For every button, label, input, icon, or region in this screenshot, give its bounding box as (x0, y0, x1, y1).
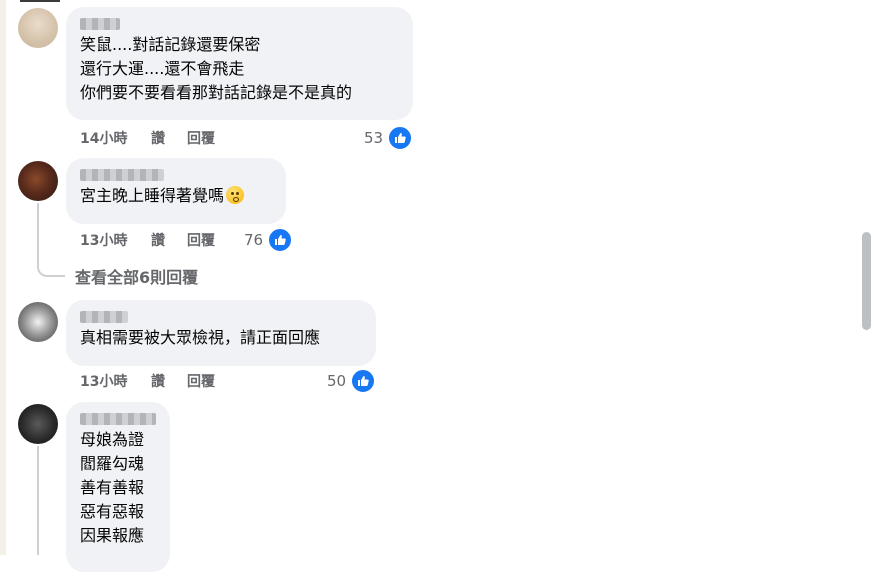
like-button[interactable]: 讚 (151, 231, 165, 251)
thumbs-up-icon (350, 368, 377, 394)
avatar[interactable] (18, 302, 58, 342)
thread-connector (37, 255, 65, 277)
reaction-count: 76 (244, 231, 264, 249)
thread-line (37, 446, 39, 555)
thread-line (37, 203, 39, 261)
reaction-summary[interactable]: 53 (364, 125, 414, 151)
avatar[interactable] (18, 161, 58, 201)
view-all-replies-link[interactable]: 查看全部6則回覆 (75, 264, 198, 288)
commenter-name[interactable] (80, 308, 364, 326)
thumbs-up-icon (267, 227, 294, 253)
reaction-summary[interactable]: 76 (244, 227, 294, 253)
comment-time[interactable]: 14小時 (80, 129, 127, 149)
comment-bubble: 母娘為證 閻羅勾魂 善有善報 惡有惡報 因果報應 (66, 402, 170, 572)
top-divider (20, 0, 60, 2)
comment-bubble: 笑鼠....對話記錄還要保密 還行大運....還不會飛走 你們要不要看看那對話記… (66, 7, 413, 120)
comment-actions: 13小時 讚 回覆 (80, 372, 320, 392)
reaction-summary[interactable]: 50 (327, 368, 377, 394)
comment-text: 宮主晚上睡得著覺嗎 (80, 186, 225, 205)
reply-button[interactable]: 回覆 (187, 231, 215, 251)
avatar[interactable] (18, 404, 58, 444)
comment-text: 母娘為證 閻羅勾魂 善有善報 惡有惡報 因果報應 (80, 430, 145, 545)
comment-actions: 14小時 讚 回覆 (80, 129, 400, 149)
comment-bubble: 宮主晚上睡得著覺嗎 (66, 158, 286, 224)
reaction-count: 50 (327, 372, 347, 390)
reply-button[interactable]: 回覆 (187, 372, 215, 392)
like-button[interactable]: 讚 (151, 129, 165, 149)
comment-bubble: 真相需要被大眾檢視，請正面回應 (66, 300, 376, 366)
left-edge (0, 0, 6, 555)
commenter-name[interactable] (80, 15, 401, 33)
commenter-name[interactable] (80, 410, 158, 428)
avatar[interactable] (18, 8, 58, 48)
comment-text: 笑鼠....對話記錄還要保密 還行大運....還不會飛走 你們要不要看看那對話記… (80, 35, 353, 102)
worried-face-icon (226, 186, 245, 204)
comment-time[interactable]: 13小時 (80, 231, 127, 251)
comment-text-line: 宮主晚上睡得著覺嗎 (80, 184, 274, 208)
reply-button[interactable]: 回覆 (187, 129, 215, 149)
scrollbar[interactable] (862, 232, 871, 330)
commenter-name[interactable] (80, 166, 274, 184)
like-button[interactable]: 讚 (151, 372, 165, 392)
thumbs-up-icon (387, 125, 414, 151)
comment-text: 真相需要被大眾檢視，請正面回應 (80, 328, 321, 347)
comment-time[interactable]: 13小時 (80, 372, 127, 392)
reaction-count: 53 (364, 129, 384, 147)
